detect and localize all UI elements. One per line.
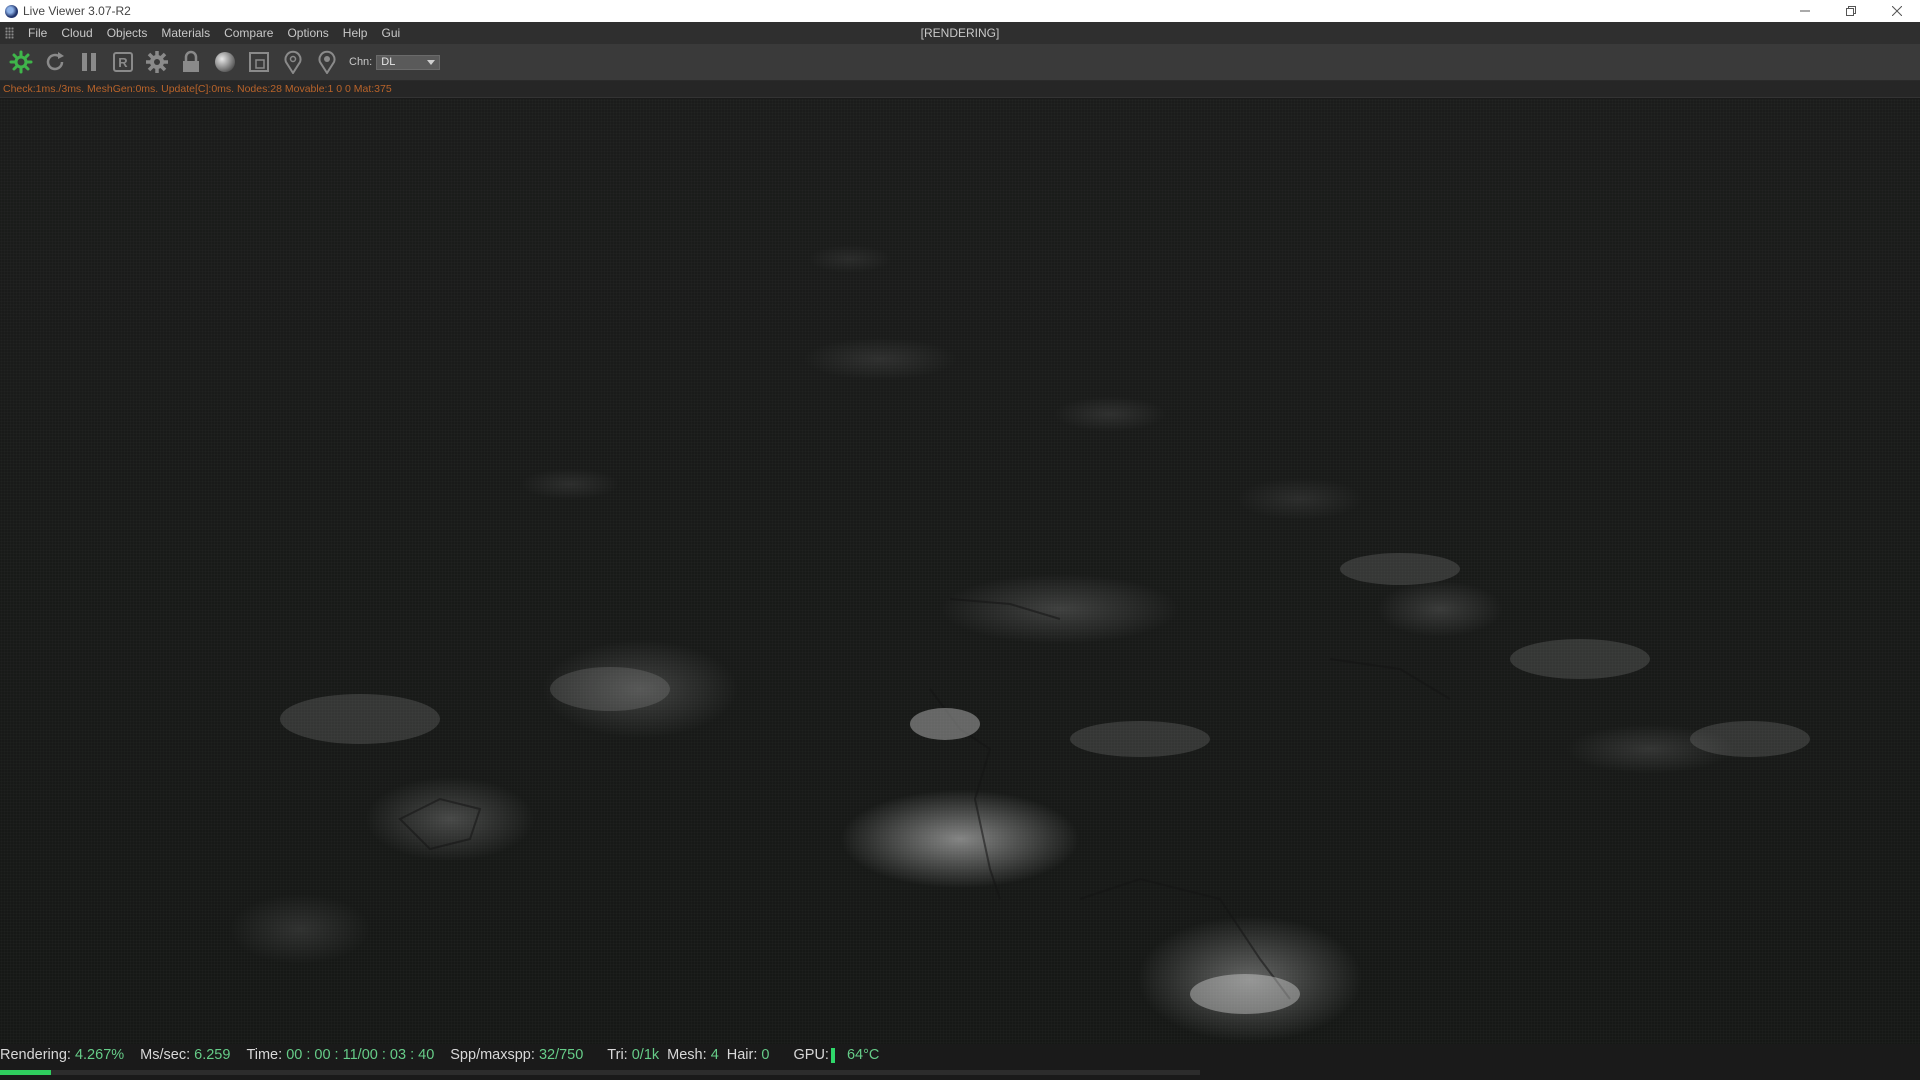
close-button[interactable] — [1874, 0, 1920, 22]
minimize-icon — [1800, 10, 1810, 12]
rendering-value: 4.267% — [74, 1047, 125, 1063]
material-ball-icon — [215, 52, 235, 72]
hair-value: 0 — [761, 1047, 770, 1063]
tri-value: 0/1k — [631, 1047, 660, 1063]
time-value: 00 : 00 : 11/00 : 03 : 40 — [286, 1047, 435, 1063]
menu-objects[interactable]: Objects — [100, 26, 155, 40]
tri-label: Tri: — [607, 1047, 628, 1063]
scene-stats-line: Check:1ms./3ms. MeshGen:0ms. Update[C]:0… — [0, 81, 1920, 98]
restore-icon — [1846, 6, 1856, 16]
clay-mode-icon — [249, 52, 269, 72]
clay-mode-button[interactable] — [246, 49, 272, 75]
pick-focus-icon — [284, 50, 302, 74]
render-progress-bar — [0, 1070, 1200, 1075]
gpu-label: GPU: — [793, 1047, 829, 1063]
lock-icon — [183, 50, 199, 72]
app-logo-icon — [5, 4, 18, 18]
hair-stat: Hair: 0 — [727, 1047, 770, 1063]
settings-gear-icon — [146, 51, 168, 73]
close-icon — [1892, 6, 1902, 16]
pick-focus-button[interactable] — [280, 49, 306, 75]
gpu-temperature: 64°C — [846, 1047, 880, 1063]
time-label: Time: — [246, 1047, 283, 1063]
render-progress-stat: Rendering: 4.267% — [0, 1047, 124, 1063]
menu-cloud[interactable]: Cloud — [54, 26, 99, 40]
region-render-button[interactable]: R — [110, 49, 136, 75]
region-render-icon: R — [113, 52, 133, 72]
mesh-stat: Mesh: 4 — [667, 1047, 719, 1063]
chevron-down-icon — [427, 59, 436, 65]
menu-file[interactable]: File — [21, 26, 54, 40]
spp-value: 32/750 — [538, 1047, 584, 1063]
refresh-button[interactable] — [42, 49, 68, 75]
refresh-icon — [46, 52, 64, 71]
render-image — [280, 553, 1810, 1014]
pick-material-button[interactable] — [314, 49, 340, 75]
status-row: Rendering: 4.267% Ms/sec: 6.259 Time: 00… — [0, 1044, 895, 1066]
menu-compare[interactable]: Compare — [217, 26, 280, 40]
toolbar: R Chn: DL — [0, 44, 1920, 81]
menu-grip-icon[interactable] — [5, 27, 14, 39]
gpu-usage-bar — [830, 1047, 835, 1063]
menu-bar: [RENDERING] File Cloud Objects Materials… — [0, 22, 1920, 44]
start-render-button[interactable] — [8, 49, 34, 75]
spp-label: Spp/maxspp: — [450, 1047, 535, 1063]
ms-value: 6.259 — [194, 1047, 231, 1063]
channel-label: Chn: — [349, 56, 373, 68]
menu-options[interactable]: Options — [280, 26, 335, 40]
channel-select[interactable]: DL — [376, 54, 441, 70]
gpu-stat: GPU: 64°C — [794, 1047, 880, 1063]
restore-button[interactable] — [1828, 0, 1874, 22]
render-progress-fill — [0, 1070, 52, 1075]
pause-button[interactable] — [76, 49, 102, 75]
time-stat: Time: 00 : 00 : 11/00 : 03 : 40 — [246, 1047, 434, 1063]
render-viewport[interactable] — [0, 99, 1920, 1044]
status-bar: Rendering: 4.267% Ms/sec: 6.259 Time: 00… — [0, 1044, 1920, 1080]
tri-stat: Tri: 0/1k — [607, 1047, 659, 1063]
minimize-button[interactable] — [1782, 0, 1828, 22]
menu-materials[interactable]: Materials — [154, 26, 217, 40]
menu-gui[interactable]: Gui — [374, 26, 407, 40]
window-title: Live Viewer 3.07-R2 — [23, 4, 131, 18]
ms-per-sec-stat: Ms/sec: 6.259 — [140, 1047, 230, 1063]
hair-label: Hair: — [726, 1047, 758, 1063]
start-render-icon — [9, 50, 33, 74]
ms-label: Ms/sec: — [140, 1047, 191, 1063]
lock-button[interactable] — [178, 49, 204, 75]
title-bar: Live Viewer 3.07-R2 — [0, 0, 1920, 22]
mesh-value: 4 — [710, 1047, 719, 1063]
menu-help[interactable]: Help — [336, 26, 375, 40]
rendering-label: Rendering: — [0, 1047, 71, 1063]
settings-button[interactable] — [144, 49, 170, 75]
pause-icon — [82, 53, 96, 71]
svg-text:R: R — [118, 55, 128, 70]
material-preview-button[interactable] — [212, 49, 238, 75]
channel-value: DL — [381, 56, 396, 68]
window-controls — [1782, 0, 1920, 22]
mesh-label: Mesh: — [667, 1047, 707, 1063]
pick-material-icon — [318, 50, 336, 74]
spp-stat: Spp/maxspp: 32/750 — [450, 1047, 583, 1063]
